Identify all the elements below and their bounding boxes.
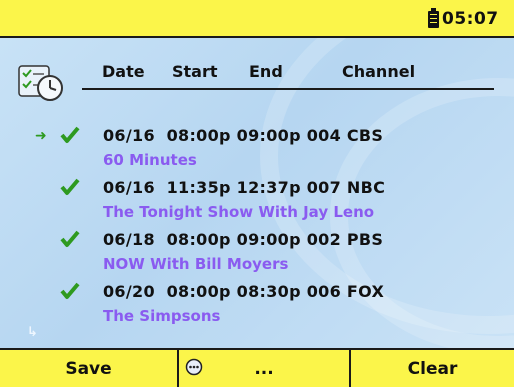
recording-item[interactable]: 06/18 08:00p 09:00p 002 PBS NOW With Bil…: [0, 230, 514, 282]
save-button[interactable]: Save: [0, 350, 177, 387]
menu-icon: [185, 358, 203, 376]
recording-title: NOW With Bill Moyers: [103, 255, 289, 273]
schedule-list-area: Date Start End Channel ➜ 06/16 08:00p 09…: [0, 38, 514, 348]
softkey-bar: Save ... Clear: [0, 348, 514, 387]
column-header-row: Date Start End Channel: [80, 62, 500, 86]
column-header-start: Start: [172, 62, 218, 81]
clock: 05:07: [442, 9, 499, 29]
recording-time-channel: 06/16 08:00p 09:00p 004 CBS: [103, 126, 384, 145]
scheduler-clock-icon: [18, 65, 63, 101]
battery-icon: [428, 8, 439, 28]
menu-button[interactable]: ...: [177, 350, 349, 387]
recording-time-channel: 06/16 11:35p 12:37p 007 NBC: [103, 178, 386, 197]
status-bar: 05:07: [0, 0, 514, 38]
selection-arrow-icon: ➜: [35, 128, 47, 144]
column-header-channel: Channel: [342, 62, 416, 81]
recording-title: 60 Minutes: [103, 151, 197, 169]
checkmark-icon[interactable]: [60, 282, 80, 300]
checkmark-icon[interactable]: [60, 230, 80, 248]
recording-time-channel: 06/18 08:00p 09:00p 002 PBS: [103, 230, 384, 249]
clear-button[interactable]: Clear: [349, 350, 514, 387]
scroll-down-icon[interactable]: ↳: [27, 325, 38, 340]
recording-schedule-screen: 05:07 Date Start End Channel ➜ 06/16 08:…: [0, 0, 514, 387]
recording-title: The Simpsons: [103, 307, 221, 325]
recording-item[interactable]: 06/16 11:35p 12:37p 007 NBC The Tonight …: [0, 178, 514, 230]
recording-item[interactable]: ➜ 06/16 08:00p 09:00p 004 CBS 60 Minutes: [0, 126, 514, 178]
recording-title: The Tonight Show With Jay Leno: [103, 203, 375, 221]
checkmark-icon[interactable]: [60, 178, 80, 196]
menu-button-label: ...: [254, 358, 274, 379]
header-divider: [82, 88, 494, 90]
recording-item[interactable]: 06/20 08:00p 08:30p 006 FOX The Simpsons: [0, 282, 514, 334]
recording-time-channel: 06/20 08:00p 08:30p 006 FOX: [103, 282, 385, 301]
checkmark-icon[interactable]: [60, 126, 80, 144]
column-header-date: Date: [102, 62, 145, 81]
column-header-end: End: [249, 62, 283, 81]
